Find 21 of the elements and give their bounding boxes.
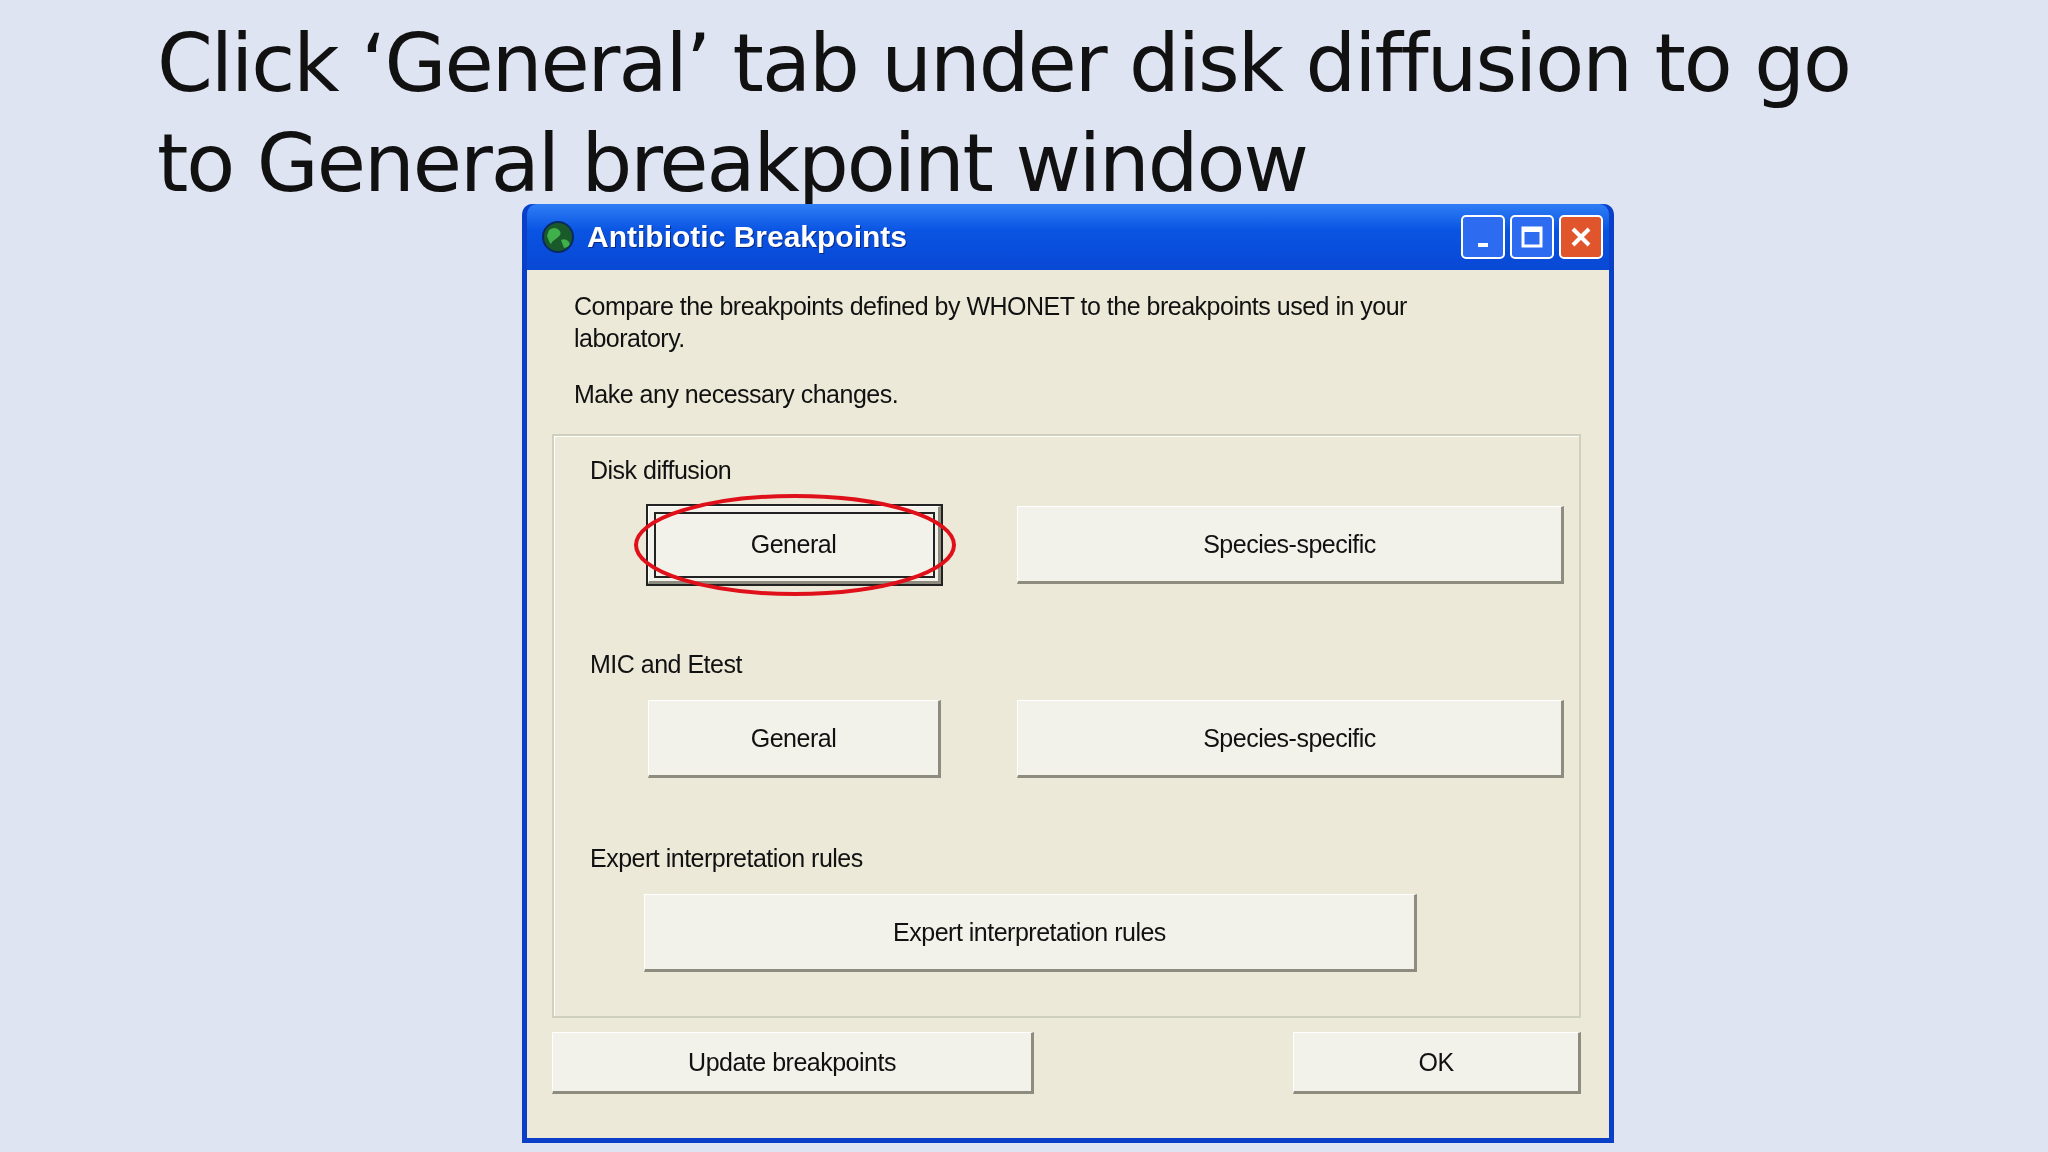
window-title: Antibiotic Breakpoints [587,220,909,254]
instruction-text: Make any necessary changes. [574,379,900,410]
close-icon [1569,225,1593,249]
section-label: Expert interpretation rules [590,843,864,874]
close-button[interactable] [1559,215,1603,259]
dialog-button[interactable]: Species-specific [1017,700,1564,778]
slide-title: Click ‘General’ tab under disk diffusion to go to General breakpoint window [157,16,1851,212]
section-label: Disk diffusion [590,455,733,486]
dialog-button[interactable]: General [648,700,941,778]
dialog-button[interactable]: OK [1293,1032,1581,1094]
minimize-icon [1478,243,1488,247]
globe-icon [541,220,575,254]
maximize-button[interactable] [1510,215,1554,259]
description-text: Compare the breakpoints defined by WHONET to the breakpoints used in your laboratory. [574,291,1408,354]
dialog-button[interactable]: Update breakpoints [552,1032,1034,1094]
minimize-button[interactable] [1461,215,1505,259]
dialog-button[interactable]: General [648,506,941,584]
maximize-icon [1520,225,1544,249]
dialog-button[interactable]: Species-specific [1017,506,1564,584]
section-label: MIC and Etest [590,649,744,680]
dialog-button[interactable]: Expert interpretation rules [644,894,1417,972]
